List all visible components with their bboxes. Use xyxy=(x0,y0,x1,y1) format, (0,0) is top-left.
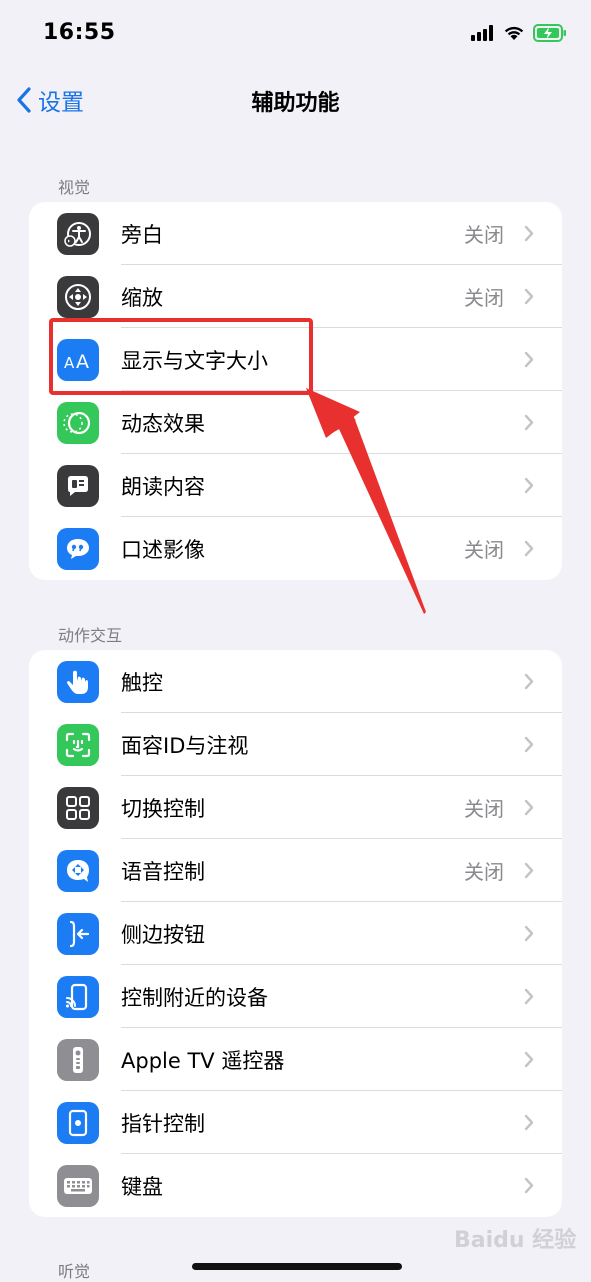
vision-settings-group: 旁白 关闭 缩放 关闭 A A 显示与文字大小 动态效果 朗读内容 口述影像 关… xyxy=(29,202,562,580)
chevron-right-icon xyxy=(524,862,534,879)
svg-text:A: A xyxy=(64,354,75,372)
row-spoken-content[interactable]: 朗读内容 xyxy=(29,454,562,517)
motion-icon xyxy=(57,402,99,444)
audio-description-icon xyxy=(57,528,99,570)
row-label: 面容ID与注视 xyxy=(121,733,249,758)
physical-motor-settings-group: 触控 面容ID与注视 切换控制 关闭 语音控制 关闭 侧边按钮 控制附近的设备 … xyxy=(29,650,562,1217)
chevron-right-icon xyxy=(524,736,534,753)
row-label: 指针控制 xyxy=(121,1111,205,1136)
section-header-physical-motor: 动作交互 xyxy=(58,626,123,645)
row-value: 关闭 xyxy=(464,797,504,821)
chevron-right-icon xyxy=(524,414,534,431)
row-value: 关闭 xyxy=(464,860,504,884)
row-label: 口述影像 xyxy=(121,537,205,562)
chevron-right-icon xyxy=(524,799,534,816)
row-label: 朗读内容 xyxy=(121,474,205,499)
row-switch-control[interactable]: 切换控制 关闭 xyxy=(29,776,562,839)
chevron-right-icon xyxy=(524,288,534,305)
row-value: 关闭 xyxy=(464,286,504,310)
chevron-right-icon xyxy=(524,925,534,942)
row-keyboards[interactable]: 键盘 xyxy=(29,1154,562,1217)
side-button-icon xyxy=(57,913,99,955)
row-touch[interactable]: 触控 xyxy=(29,650,562,713)
status-time: 16:55 xyxy=(43,20,116,45)
row-apple-tv-remote[interactable]: Apple TV 遥控器 xyxy=(29,1028,562,1091)
pointer-control-icon xyxy=(57,1102,99,1144)
chevron-right-icon xyxy=(524,1051,534,1068)
chevron-right-icon xyxy=(524,225,534,242)
apple-tv-remote-icon xyxy=(57,1039,99,1081)
cellular-signal-icon xyxy=(471,25,493,41)
chevron-right-icon xyxy=(524,1114,534,1131)
row-audio-descriptions[interactable]: 口述影像 关闭 xyxy=(29,517,562,580)
section-header-hearing: 听觉 xyxy=(58,1262,91,1281)
row-control-nearby-devices[interactable]: 控制附近的设备 xyxy=(29,965,562,1028)
face-id-icon xyxy=(57,724,99,766)
row-zoom[interactable]: 缩放 关闭 xyxy=(29,265,562,328)
svg-text:A: A xyxy=(76,351,89,373)
switch-control-icon xyxy=(57,787,99,829)
battery-charging-icon xyxy=(533,24,566,42)
status-icons xyxy=(471,24,567,42)
row-value: 关闭 xyxy=(464,538,504,562)
row-display-text-size[interactable]: A A 显示与文字大小 xyxy=(29,328,562,391)
row-face-id-attention[interactable]: 面容ID与注视 xyxy=(29,713,562,776)
row-label: 侧边按钮 xyxy=(121,922,205,947)
row-side-button[interactable]: 侧边按钮 xyxy=(29,902,562,965)
touch-icon xyxy=(57,661,99,703)
row-pointer-control[interactable]: 指针控制 xyxy=(29,1091,562,1154)
status-bar: 16:55 xyxy=(0,0,591,70)
row-label: 切换控制 xyxy=(121,796,205,821)
wifi-icon xyxy=(504,26,524,40)
page-title: 辅助功能 xyxy=(251,91,340,116)
row-label: 控制附近的设备 xyxy=(121,985,268,1010)
voice-control-icon xyxy=(57,850,99,892)
text-size-icon: A A xyxy=(57,339,99,381)
watermark-logo: Baidu 经验 xyxy=(454,1228,577,1253)
row-label: 触控 xyxy=(121,670,163,695)
chevron-right-icon xyxy=(524,477,534,494)
nearby-devices-icon xyxy=(57,976,99,1018)
row-label: 动态效果 xyxy=(121,411,205,436)
row-label: 键盘 xyxy=(121,1174,163,1199)
chevron-right-icon xyxy=(524,540,534,557)
spoken-content-icon xyxy=(57,465,99,507)
chevron-right-icon xyxy=(524,1177,534,1194)
row-label: Apple TV 遥控器 xyxy=(121,1048,285,1073)
row-voice-control[interactable]: 语音控制 关闭 xyxy=(29,839,562,902)
keyboard-icon xyxy=(57,1165,99,1207)
section-header-vision: 视觉 xyxy=(58,178,91,197)
row-value: 关闭 xyxy=(464,223,504,247)
row-label: 缩放 xyxy=(121,285,163,310)
row-label: 语音控制 xyxy=(121,859,205,884)
chevron-right-icon xyxy=(524,673,534,690)
chevron-right-icon xyxy=(524,988,534,1005)
voiceover-icon xyxy=(57,213,99,255)
row-voiceover[interactable]: 旁白 关闭 xyxy=(29,202,562,265)
home-indicator[interactable] xyxy=(192,1263,402,1270)
navigation-bar: 设置 辅助功能 xyxy=(0,70,591,132)
zoom-icon xyxy=(57,276,99,318)
row-label: 显示与文字大小 xyxy=(121,348,268,373)
chevron-right-icon xyxy=(524,351,534,368)
row-label: 旁白 xyxy=(121,222,163,247)
row-motion[interactable]: 动态效果 xyxy=(29,391,562,454)
